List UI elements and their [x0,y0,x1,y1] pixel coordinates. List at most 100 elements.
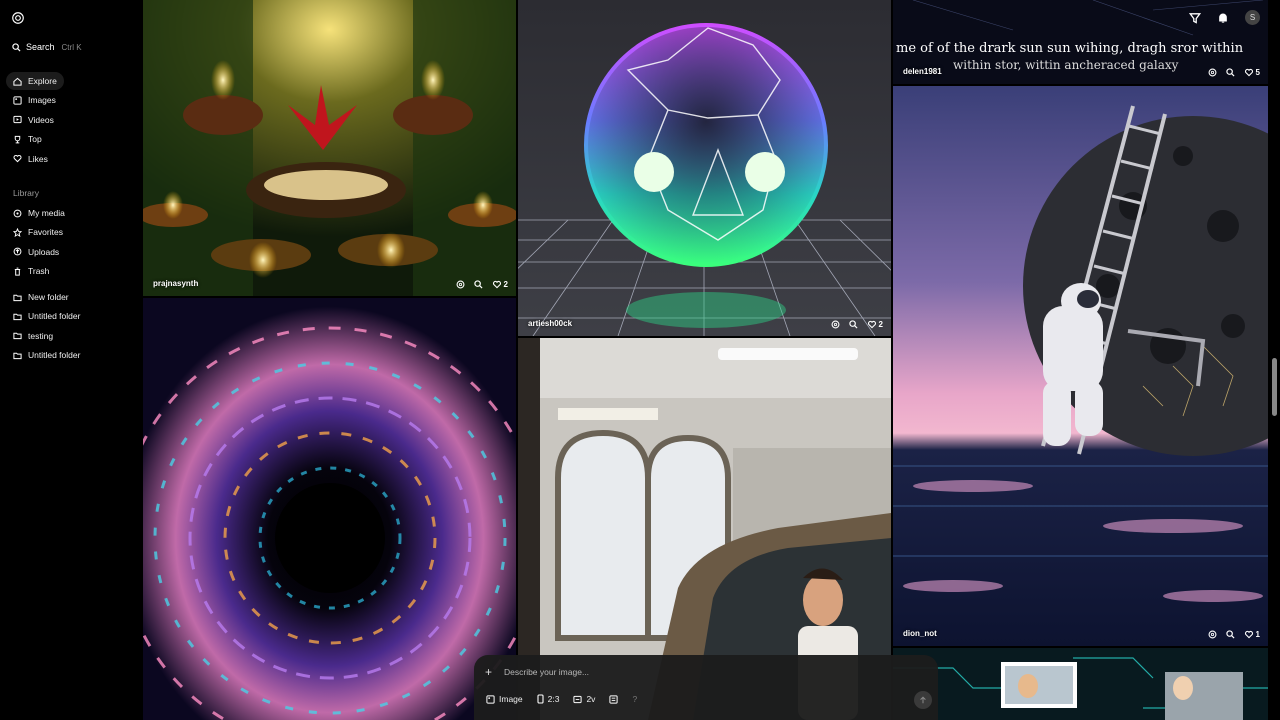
avatar[interactable]: S [1245,10,1260,25]
card-actions: 1 [1208,630,1260,639]
image-card-vortex[interactable] [143,298,516,720]
folder-icon [13,352,22,359]
sidebar: Search Ctrl K Explore Images Videos Top … [0,0,142,720]
remix-icon[interactable] [831,320,840,329]
search-icon [12,42,21,52]
nav-label: Top [28,134,42,145]
like-button[interactable]: 5 [1244,68,1260,77]
image-icon [13,96,22,105]
image-card-orb[interactable]: artiesh00ck 2 [518,0,891,336]
prompt-input[interactable]: Describe your image... [504,667,589,677]
presets-button[interactable] [609,694,619,704]
remix-icon[interactable] [1208,68,1217,77]
nav-label: My media [28,208,65,218]
media-icon [13,209,22,217]
video-icon [13,116,22,124]
remix-icon[interactable] [1208,630,1217,639]
aspect-ratio-selector[interactable]: 2:3 [537,694,560,704]
nav-label: Favorites [28,227,63,238]
help-button[interactable]: ? [632,694,637,704]
search-label: Search [26,42,55,52]
prompt-composer: + Describe your image... Image 2:3 2v ? [474,655,938,720]
card-actions: 5 [1208,68,1260,77]
folders-nav: New folder Untitled folder testing Untit… [6,288,134,366]
nav-item-my-media[interactable]: My media [6,204,134,222]
search-button[interactable]: Search Ctrl K [6,38,86,56]
library-heading: Library [13,188,39,198]
nav-item-trash[interactable]: Trash [6,262,134,280]
nav-label: Images [28,95,56,106]
image-card-diya[interactable]: prajnasynth 2 [143,0,516,296]
remix-icon[interactable] [456,280,465,289]
neon-vortex-image [143,298,516,720]
upload-icon [13,247,22,256]
folder-item-untitled-2[interactable]: Untitled folder [6,346,134,364]
mode-selector[interactable]: Image [486,694,523,704]
aspect-ratio-icon [537,694,544,704]
filter-icon[interactable] [1189,12,1201,24]
zoom-icon[interactable] [1225,630,1235,639]
zoom-icon[interactable] [473,280,483,289]
header-actions: S [1189,10,1260,25]
nav-item-likes[interactable]: Likes [6,150,134,168]
astronaut-planet-image [893,86,1268,646]
card-author[interactable]: dion_not [903,629,937,638]
card-author[interactable]: delen1981 [903,67,942,76]
nav-label: Trash [28,266,50,277]
folder-icon [13,313,22,321]
card-author[interactable]: artiesh00ck [528,319,572,328]
openai-logo-icon[interactable] [11,11,25,25]
folder-item-testing[interactable]: testing [6,327,134,345]
galaxy-caption-line-2: within stor, wittin ancheraced galaxy [953,58,1179,72]
star-icon [13,227,22,237]
folder-item-untitled-1[interactable]: Untitled folder [6,307,134,325]
folder-icon [13,294,22,301]
nav-item-uploads[interactable]: Uploads [6,243,134,261]
image-card-circuit[interactable] [893,648,1268,720]
nav-item-explore[interactable]: Explore [6,72,64,90]
ratio-label: 2:3 [547,694,560,704]
nav-item-videos[interactable]: Videos [6,111,134,129]
presets-icon [609,694,619,704]
like-button[interactable]: 2 [492,280,508,289]
like-count: 5 [1255,68,1260,77]
bell-icon[interactable] [1217,12,1229,24]
add-attachment-button[interactable]: + [485,665,492,679]
nav-item-favorites[interactable]: Favorites [6,223,134,241]
like-count: 2 [503,280,508,289]
card-author[interactable]: prajnasynth [153,279,198,288]
circuit-board-image [893,648,1268,720]
variations-label: 2v [586,694,596,704]
prompt-toolbar: Image 2:3 2v ? [486,694,637,704]
neon-orb-image [518,0,891,336]
mode-label: Image [499,694,523,704]
zoom-icon[interactable] [848,320,858,329]
trophy-icon [14,135,21,144]
nav-label: Videos [28,114,54,125]
card-actions: 2 [456,280,508,289]
nav-item-top[interactable]: Top [6,130,134,148]
variations-icon [573,695,583,703]
like-button[interactable]: 2 [867,320,883,329]
heart-icon [13,155,22,163]
variations-selector[interactable]: 2v [573,694,595,704]
folder-item-new-folder[interactable]: New folder [6,288,134,306]
zoom-icon[interactable] [1225,68,1235,77]
submit-button[interactable] [914,691,932,709]
folder-label: testing [28,330,54,341]
library-nav: My media Favorites Uploads Trash [6,204,134,282]
card-actions: 2 [831,320,883,329]
trash-icon [14,267,21,276]
heart-icon [867,320,876,329]
like-button[interactable]: 1 [1244,630,1260,639]
page-scrollbar[interactable] [1272,358,1277,416]
heart-icon [1244,630,1253,639]
image-card-astronaut[interactable]: dion_not 1 [893,86,1268,646]
nav-item-images[interactable]: Images [6,91,134,109]
folder-label: New folder [28,292,69,302]
like-count: 1 [1255,630,1260,639]
diya-lotus-image [143,0,516,296]
arrow-up-icon [920,696,926,704]
heart-icon [1244,68,1253,77]
folder-icon [13,333,22,340]
